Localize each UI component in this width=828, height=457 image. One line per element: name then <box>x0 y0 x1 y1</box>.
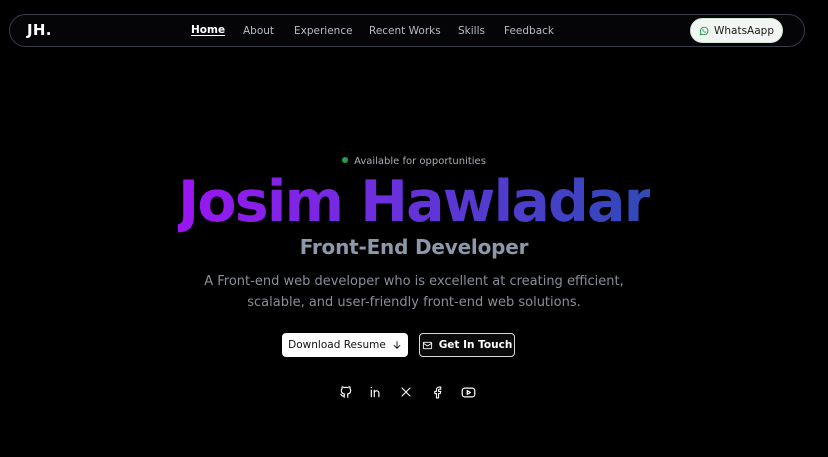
hero-description: A Front-end web developer who is excelle… <box>0 271 828 313</box>
arrow-down-icon <box>386 340 402 350</box>
nav-item-home[interactable]: Home <box>191 24 225 36</box>
download-resume-button[interactable]: Download Resume <box>282 333 408 357</box>
logo[interactable]: JH. <box>27 21 52 39</box>
nav-item-feedback[interactable]: Feedback <box>504 25 554 37</box>
youtube-icon[interactable] <box>460 384 476 400</box>
social-links <box>338 384 476 400</box>
navbar: JH. Home About Experience Recent Works S… <box>9 14 805 47</box>
whatsapp-button-label: WhatsAapp <box>713 24 774 37</box>
status-dot-icon <box>342 157 349 163</box>
hero-description-line-2: scalable, and user-friendly front-end we… <box>247 295 581 310</box>
nav-item-about[interactable]: About <box>243 25 274 37</box>
linkedin-icon[interactable] <box>368 384 384 400</box>
facebook-icon[interactable] <box>429 384 445 400</box>
hero-name: Josim Hawladar <box>177 169 652 235</box>
github-icon[interactable] <box>338 384 354 400</box>
mail-icon <box>422 340 439 351</box>
hero-role: Front-End Developer <box>299 235 529 259</box>
nav-item-experience[interactable]: Experience <box>294 25 353 37</box>
get-in-touch-button[interactable]: Get In Touch <box>419 333 515 357</box>
hero-description-line-1: A Front-end web developer who is excelle… <box>204 274 624 289</box>
nav-item-recent-works[interactable]: Recent Works <box>369 25 441 37</box>
get-in-touch-label: Get In Touch <box>438 339 513 351</box>
whatsapp-icon <box>699 26 714 36</box>
nav-item-skills[interactable]: Skills <box>458 25 485 37</box>
x-icon[interactable] <box>398 384 414 400</box>
download-resume-label: Download Resume <box>288 339 386 351</box>
whatsapp-button[interactable]: WhatsAapp <box>690 18 783 43</box>
